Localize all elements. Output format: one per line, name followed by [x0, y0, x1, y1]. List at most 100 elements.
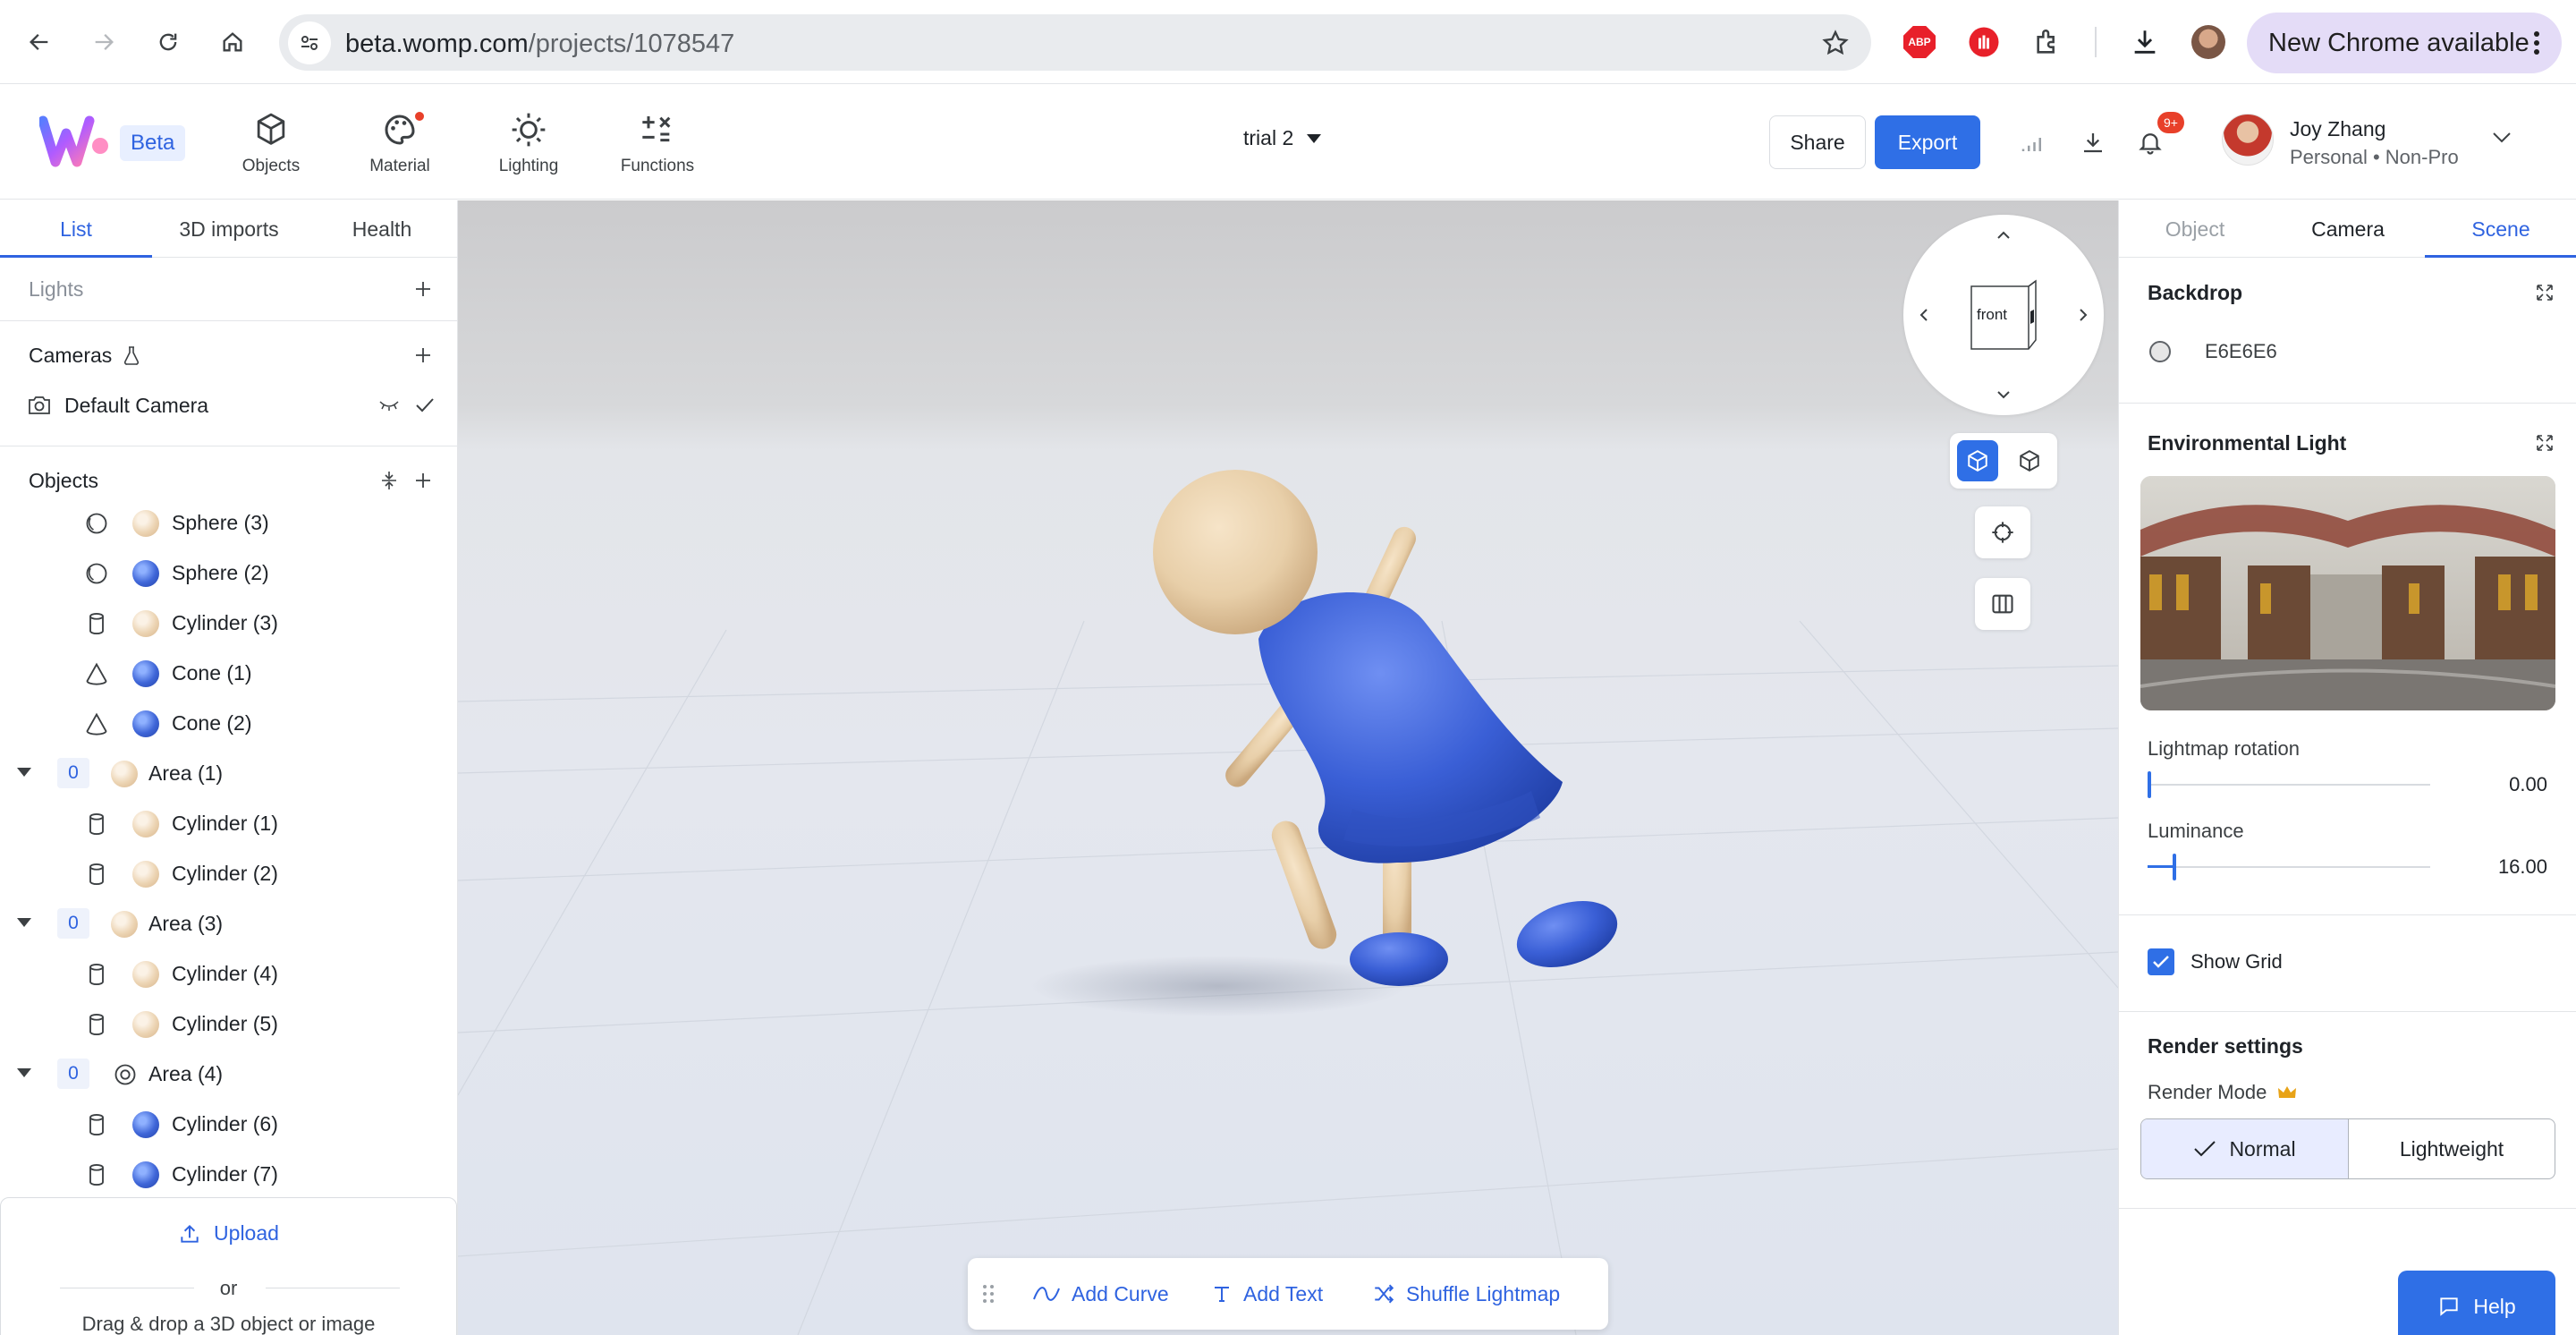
material-swatch[interactable]: [132, 710, 159, 737]
tool-lighting[interactable]: Lighting: [479, 110, 578, 176]
tree-group-row[interactable]: 0 Area (1): [0, 747, 457, 797]
profile-avatar[interactable]: [2191, 25, 2225, 59]
help-button[interactable]: Help: [2398, 1271, 2555, 1335]
eye-closed-icon: [379, 401, 399, 411]
address-bar[interactable]: beta.womp.com/projects/1078547: [279, 14, 1871, 71]
render-mode-lightweight[interactable]: Lightweight: [2349, 1119, 2555, 1178]
tool-objects[interactable]: Objects: [222, 110, 320, 176]
add-text-button[interactable]: Add Text: [1211, 1258, 1323, 1330]
lightmap-thumbnail[interactable]: [2140, 476, 2555, 710]
doll-model[interactable]: [458, 200, 2118, 1335]
tree-item-row[interactable]: Cone (2): [0, 697, 457, 747]
tool-material[interactable]: Material: [351, 110, 449, 176]
tree-item-row[interactable]: Sphere (2): [0, 547, 457, 597]
signal-bars-icon[interactable]: [2016, 126, 2048, 158]
chevron-down-icon[interactable]: [2492, 132, 2512, 144]
url-text[interactable]: beta.womp.com/projects/1078547: [345, 30, 734, 59]
tree-group-row[interactable]: 0 Area (4): [0, 1048, 457, 1098]
tab-3d-imports[interactable]: 3D imports: [152, 200, 306, 258]
caret-down-icon[interactable]: [16, 917, 32, 928]
downloads-icon[interactable]: [2125, 22, 2165, 62]
focus-center-button[interactable]: [1975, 506, 2030, 558]
backdrop-color-hex[interactable]: E6E6E6: [2205, 340, 2277, 363]
shuffle-lightmap-button[interactable]: Shuffle Lightmap: [1372, 1258, 1560, 1330]
womp-logo[interactable]: [39, 115, 111, 167]
export-button[interactable]: Export: [1875, 115, 1980, 169]
3d-viewport[interactable]: front Add Curve Add Text Shuffle Lightma…: [458, 200, 2118, 1335]
tab-scene[interactable]: Scene: [2425, 200, 2576, 258]
tab-list[interactable]: List: [0, 200, 152, 258]
material-swatch[interactable]: [132, 610, 159, 637]
tool-functions[interactable]: Functions: [608, 110, 707, 176]
luminance-track[interactable]: [2148, 866, 2430, 868]
show-grid-checkbox[interactable]: [2148, 948, 2174, 975]
sun-icon: [479, 110, 578, 149]
tree-item-row[interactable]: Cylinder (4): [0, 948, 457, 998]
material-swatch[interactable]: [132, 1161, 159, 1188]
tree-item-row[interactable]: Cylinder (1): [0, 797, 457, 847]
material-swatch[interactable]: [132, 510, 159, 537]
caret-down-icon[interactable]: [16, 767, 32, 778]
material-swatch[interactable]: [132, 660, 159, 687]
user-avatar[interactable]: [2222, 114, 2274, 166]
tree-item-row[interactable]: Sphere (3): [0, 497, 457, 547]
default-camera-row[interactable]: Default Camera: [0, 383, 457, 428]
orthographic-view-button[interactable]: [2009, 440, 2050, 481]
reload-button[interactable]: [147, 21, 190, 64]
upload-button[interactable]: Upload: [1, 1221, 456, 1246]
upload-dropzone[interactable]: Upload or Drag & drop a 3D object or ima…: [0, 1197, 457, 1335]
bookmark-star-icon[interactable]: [1821, 29, 1850, 57]
material-swatch[interactable]: [132, 1011, 159, 1038]
tree-item-row[interactable]: Cylinder (6): [0, 1098, 457, 1148]
lightmap-rotation-thumb[interactable]: [2148, 771, 2151, 798]
luminance-thumb[interactable]: [2173, 854, 2177, 880]
forward-button[interactable]: [82, 21, 125, 64]
collapse-backdrop-icon[interactable]: [2535, 283, 2555, 302]
material-swatch[interactable]: [132, 811, 159, 838]
tab-object[interactable]: Object: [2119, 200, 2271, 258]
home-button[interactable]: [211, 21, 254, 64]
add-object-icon[interactable]: [412, 470, 434, 491]
tree-item-row[interactable]: Cone (1): [0, 647, 457, 697]
luminance-value[interactable]: 16.00: [2498, 855, 2547, 879]
site-info-icon[interactable]: [288, 21, 331, 64]
new-chrome-available-button[interactable]: New Chrome available: [2247, 13, 2562, 73]
show-grid-label[interactable]: Show Grid: [2190, 950, 2283, 974]
lightmap-rotation-value[interactable]: 0.00: [2509, 773, 2547, 796]
lightmap-rotation-track[interactable]: [2148, 784, 2430, 786]
collapse-env-light-icon[interactable]: [2535, 433, 2555, 453]
add-light-icon[interactable]: [412, 278, 434, 300]
extensions-puzzle-icon[interactable]: [2029, 22, 2068, 62]
material-swatch[interactable]: [132, 861, 159, 888]
backdrop-color-swatch[interactable]: [2149, 341, 2171, 362]
tree-item-row[interactable]: Cylinder (2): [0, 847, 457, 897]
hand-extension-icon[interactable]: [1964, 22, 2004, 62]
share-button[interactable]: Share: [1769, 115, 1866, 169]
backdrop-title: Backdrop: [2148, 281, 2243, 304]
add-curve-button[interactable]: Add Curve: [1032, 1258, 1169, 1330]
cylinder-icon: [84, 862, 109, 887]
view-navigation-gizmo[interactable]: front: [1903, 215, 2104, 415]
tree-item-row[interactable]: Cylinder (5): [0, 998, 457, 1048]
project-title-dropdown[interactable]: trial 2: [1243, 126, 1322, 150]
download-icon[interactable]: [2077, 126, 2109, 158]
tab-camera[interactable]: Camera: [2271, 200, 2425, 258]
tree-item-row[interactable]: Cylinder (3): [0, 597, 457, 647]
tree-group-row[interactable]: 0 Area (3): [0, 897, 457, 948]
material-swatch[interactable]: [111, 911, 138, 938]
view-cube[interactable]: front: [1968, 279, 2039, 351]
tab-health[interactable]: Health: [306, 200, 457, 258]
material-swatch[interactable]: [132, 560, 159, 587]
tree-item-row[interactable]: Cylinder (7): [0, 1148, 457, 1198]
material-swatch[interactable]: [132, 1111, 159, 1138]
back-button[interactable]: [18, 21, 61, 64]
chrome-menu-icon[interactable]: [2533, 30, 2540, 55]
material-swatch[interactable]: [111, 761, 138, 787]
render-mode-normal[interactable]: Normal: [2141, 1119, 2349, 1178]
adblock-extension-icon[interactable]: ABP: [1900, 22, 1939, 62]
split-view-button[interactable]: [1975, 578, 2030, 630]
add-camera-icon[interactable]: [412, 344, 434, 366]
perspective-view-button[interactable]: [1957, 440, 1998, 481]
material-swatch[interactable]: [132, 961, 159, 988]
caret-down-icon[interactable]: [16, 1067, 32, 1078]
